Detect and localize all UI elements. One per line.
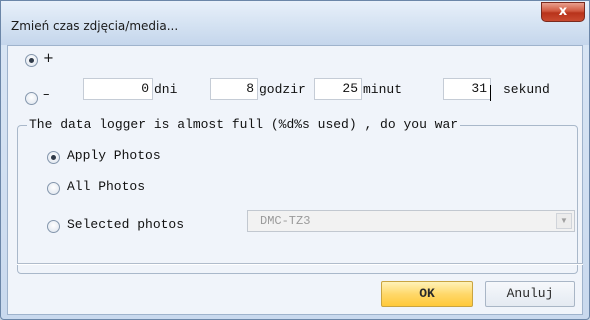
all-photos-radio[interactable] bbox=[47, 182, 60, 195]
close-button[interactable]: x bbox=[541, 2, 585, 22]
hours-label: godzir bbox=[259, 82, 306, 97]
text-caret bbox=[490, 85, 491, 101]
divider bbox=[17, 263, 583, 265]
camera-select-value: DMC-TZ3 bbox=[260, 214, 311, 228]
apply-photos-radio[interactable] bbox=[47, 151, 60, 164]
minus-label: – bbox=[43, 87, 50, 102]
days-input[interactable]: 0 bbox=[83, 78, 153, 100]
minutes-input[interactable]: 25 bbox=[314, 78, 362, 100]
title-bar[interactable]: Zmień czas zdjęcia/media... x bbox=[1, 1, 589, 45]
change-time-dialog: Zmień czas zdjęcia/media... x + – 0 dni … bbox=[0, 0, 590, 320]
cancel-button[interactable]: Anuluj bbox=[485, 281, 575, 307]
group-legend: The data logger is almost full (%d%s use… bbox=[27, 117, 461, 132]
selected-photos-label[interactable]: Selected photos bbox=[67, 217, 184, 232]
selected-photos-radio[interactable] bbox=[47, 220, 60, 233]
close-icon: x bbox=[558, 4, 568, 19]
ok-button[interactable]: OK bbox=[381, 281, 473, 307]
plus-radio[interactable] bbox=[25, 54, 38, 67]
camera-select[interactable]: DMC-TZ3 ▼ bbox=[247, 210, 575, 232]
apply-photos-label[interactable]: Apply Photos bbox=[67, 148, 161, 163]
hours-input[interactable]: 8 bbox=[210, 78, 258, 100]
seconds-label: sekund bbox=[503, 82, 550, 97]
plus-label: + bbox=[43, 51, 54, 66]
days-label: dni bbox=[154, 82, 178, 97]
seconds-input[interactable]: 31 bbox=[443, 78, 491, 100]
minutes-label: minut bbox=[363, 82, 403, 97]
dialog-title: Zmień czas zdjęcia/media... bbox=[11, 19, 179, 33]
chevron-down-icon[interactable]: ▼ bbox=[556, 213, 572, 229]
all-photos-label[interactable]: All Photos bbox=[67, 179, 145, 194]
minus-radio[interactable] bbox=[25, 92, 38, 105]
